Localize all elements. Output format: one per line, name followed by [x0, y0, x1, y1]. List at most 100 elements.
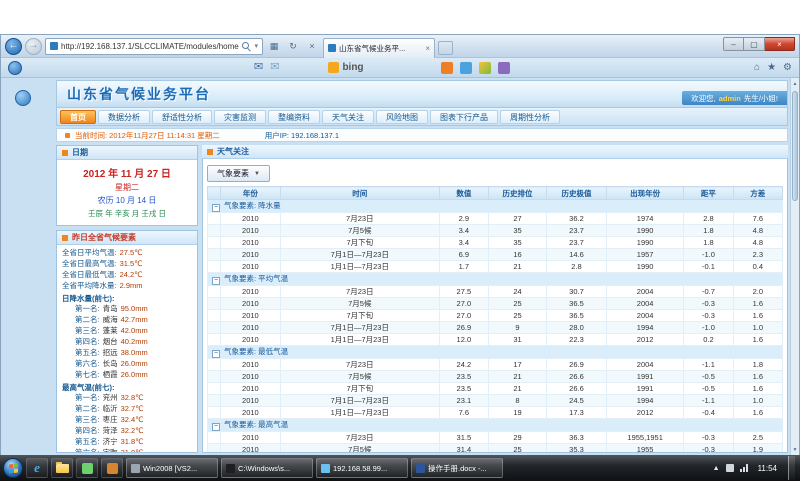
- search-icon[interactable]: [242, 42, 251, 51]
- table-row[interactable]: 20107月5候27.02536.52004-0.31.6: [208, 298, 783, 310]
- table-row[interactable]: 20107月下旬27.02536.52004-0.31.6: [208, 310, 783, 322]
- table-row[interactable]: 20107月1日—7月23日6.91614.61957-1.02.3: [208, 249, 783, 261]
- nav-item-6[interactable]: 天气关注: [322, 110, 374, 124]
- rank-station: 烟台: [103, 337, 118, 348]
- ie-taskbar-icon[interactable]: e: [26, 458, 48, 478]
- nav-item-2[interactable]: 数据分析: [98, 110, 150, 124]
- taskbar-button-4[interactable]: 操作手册.docx -...: [411, 458, 503, 478]
- bing-logo[interactable]: bing: [328, 62, 363, 73]
- refresh-icon[interactable]: ↻: [285, 38, 301, 54]
- mail2-icon[interactable]: ✉: [270, 62, 279, 73]
- table-row[interactable]: 20107月23日31.52936.31955,1951-0.32.5: [208, 432, 783, 444]
- addon-icon-4[interactable]: [498, 62, 510, 74]
- taskbar-clock[interactable]: 11:54: [755, 464, 780, 473]
- web-page: 山东省气候业务平台 欢迎您, admin 先生/小姐! 首页数据分析舒适性分析灾…: [56, 80, 788, 453]
- tray-action-center-icon[interactable]: [726, 464, 734, 472]
- table-row[interactable]: 20107月1日—7月23日26.9928.01994-1.01.0: [208, 322, 783, 334]
- ranking-item: 第六名:定陶31.8℃: [62, 448, 192, 452]
- tab-close-icon[interactable]: ×: [425, 44, 430, 53]
- compatibility-view-icon[interactable]: ▦: [266, 38, 282, 54]
- cell: 2.5: [733, 432, 782, 444]
- stat-label: 全省日最高气温:: [62, 259, 117, 270]
- main-panel: 天气关注 气象要素 ▼ 年份时间数值历史排位历史极值出现年份距平方差 −气象要素…: [202, 145, 788, 453]
- bing-icon: [328, 62, 339, 73]
- table-row[interactable]: 20107月23日27.52430.72004-0.72.0: [208, 286, 783, 298]
- collapse-icon[interactable]: −: [212, 204, 220, 212]
- taskbar-button-2[interactable]: C:\Windows\s...: [221, 458, 313, 478]
- rank-value: 32.4℃: [121, 415, 144, 426]
- scroll-up-icon[interactable]: ▲: [791, 78, 799, 90]
- address-bar[interactable]: http://192.168.137.1/SLCCLIMATE/modules/…: [45, 38, 263, 55]
- province-stat: 全省日最低气温:24.2℃: [62, 270, 192, 281]
- tray-network-icon[interactable]: [740, 464, 749, 472]
- addon-icon-1[interactable]: [441, 62, 453, 74]
- table-row[interactable]: 20101月1日—7月23日7.61917.32012-0.41.6: [208, 407, 783, 419]
- address-dropdown-icon[interactable]: ▾: [254, 42, 258, 50]
- maximize-button[interactable]: ▢: [744, 37, 765, 51]
- toolbar-round-icon[interactable]: [8, 61, 22, 75]
- table-group-row[interactable]: −气象要素: 平均气温: [208, 273, 783, 286]
- collapse-icon[interactable]: −: [212, 350, 220, 358]
- app-taskbar-icon-2[interactable]: [101, 458, 123, 478]
- cell: 23.5: [439, 371, 488, 383]
- stat-value: 31.5℃: [120, 259, 143, 270]
- table-row[interactable]: 20107月1日—7月23日23.1824.51994-1.11.0: [208, 395, 783, 407]
- ranking-sections: 日降水量(前七):第一名:青岛95.0mm第二名:威海42.7mm第三名:蓬莱4…: [62, 294, 192, 453]
- cell: 7月下旬: [280, 310, 439, 322]
- nav-item-8[interactable]: 图表下行产品: [430, 110, 498, 124]
- table-row[interactable]: 20107月5候31.42535.31955-0.31.9: [208, 444, 783, 454]
- cell: 9: [489, 322, 547, 334]
- browser-viewport: 山东省气候业务平台 欢迎您, admin 先生/小姐! 首页数据分析舒适性分析灾…: [1, 78, 799, 456]
- forward-button[interactable]: →: [25, 38, 42, 55]
- page-scrollbar[interactable]: ▲ ▼: [790, 78, 799, 456]
- cell: 2010: [220, 444, 280, 454]
- mail-icon[interactable]: ✉: [254, 62, 263, 73]
- table-row[interactable]: 20107月23日24.21726.92004-1.11.8: [208, 359, 783, 371]
- table-row[interactable]: 20107月下旬3.43523.719901.84.8: [208, 237, 783, 249]
- new-tab-button[interactable]: [438, 41, 453, 55]
- nav-item-4[interactable]: 灾害监测: [214, 110, 266, 124]
- addon-icon-2[interactable]: [460, 62, 472, 74]
- app-taskbar-icon-1[interactable]: [76, 458, 98, 478]
- taskbar-button-1[interactable]: Win2008 [VS2...: [126, 458, 218, 478]
- explorer-taskbar-icon[interactable]: [51, 458, 73, 478]
- table-row[interactable]: 20107月5候23.52126.61991-0.51.6: [208, 371, 783, 383]
- start-button[interactable]: [3, 458, 23, 478]
- tray-expand-icon[interactable]: ▲: [713, 465, 720, 472]
- home-icon[interactable]: ⌂: [754, 62, 760, 73]
- table-group-row[interactable]: −气象要素: 最高气温: [208, 419, 783, 432]
- nav-item-3[interactable]: 舒适性分析: [152, 110, 212, 124]
- cell: -0.3: [684, 432, 733, 444]
- table-row[interactable]: 20101月1日—7月23日1.7212.81990-0.10.4: [208, 261, 783, 273]
- browser-tab[interactable]: 山东省气候业务平... ×: [323, 38, 435, 58]
- nav-item-1[interactable]: 首页: [60, 110, 96, 124]
- cell: 7月下旬: [280, 383, 439, 395]
- floating-gadget-icon[interactable]: [15, 90, 31, 106]
- yesterday-panel-header: 昨日全省气候要素: [57, 231, 197, 245]
- collapse-icon[interactable]: −: [212, 277, 220, 285]
- element-filter-button[interactable]: 气象要素 ▼: [207, 165, 270, 182]
- back-button[interactable]: ←: [5, 38, 22, 55]
- stop-icon[interactable]: ×: [304, 38, 320, 54]
- table-row[interactable]: 20107月5候3.43523.719901.84.8: [208, 225, 783, 237]
- table-row[interactable]: 20107月23日2.92736.219742.87.6: [208, 213, 783, 225]
- tools-icon[interactable]: ⚙: [783, 62, 792, 73]
- main-panel-header: 天气关注: [202, 145, 788, 159]
- calendar-weekday: 星期二: [59, 182, 195, 193]
- taskbar-button-3[interactable]: 192.168.58.99...: [316, 458, 408, 478]
- nav-item-5[interactable]: 整编资料: [268, 110, 320, 124]
- scrollbar-thumb[interactable]: [792, 91, 798, 201]
- collapse-icon[interactable]: −: [212, 423, 220, 431]
- close-button[interactable]: ×: [765, 37, 795, 51]
- table-group-row[interactable]: −气象要素: 最低气温: [208, 346, 783, 359]
- show-desktop-button[interactable]: [788, 456, 795, 480]
- nav-item-7[interactable]: 风险地图: [376, 110, 428, 124]
- favorites-icon[interactable]: ★: [767, 62, 776, 73]
- minimize-button[interactable]: –: [723, 37, 744, 51]
- group-title: 气象要素: 最高气温: [224, 420, 288, 429]
- table-row[interactable]: 20107月下旬23.52126.61991-0.51.6: [208, 383, 783, 395]
- table-row[interactable]: 20101月1日—7月23日12.03122.320120.21.6: [208, 334, 783, 346]
- table-group-row[interactable]: −气象要素: 降水量: [208, 200, 783, 213]
- nav-item-9[interactable]: 周期性分析: [500, 110, 560, 124]
- addon-icon-3[interactable]: [479, 62, 491, 74]
